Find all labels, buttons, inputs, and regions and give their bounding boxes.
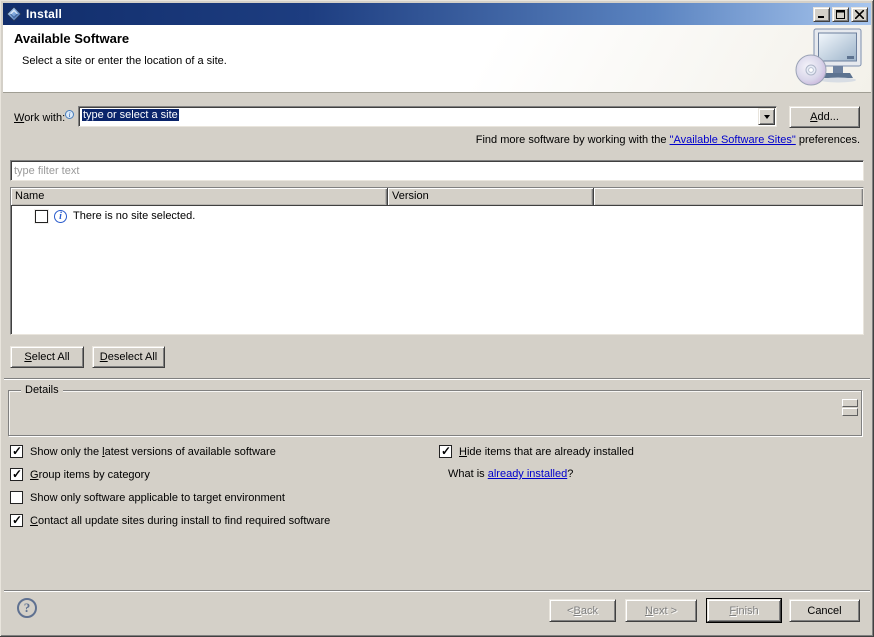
option-group-by-category[interactable]: Group items by category: [10, 468, 150, 481]
find-more-hint: Find more software by working with the "…: [476, 134, 860, 146]
column-header-name[interactable]: Name: [11, 188, 388, 206]
cancel-button[interactable]: Cancel: [789, 599, 860, 622]
work-with-combo-text[interactable]: type or select a site: [79, 107, 758, 126]
separator: [4, 590, 870, 592]
details-label: Details: [21, 384, 63, 396]
minimize-button[interactable]: [813, 7, 830, 22]
window-title: Install: [26, 7, 62, 21]
option-contact-update-sites[interactable]: Contact all update sites during install …: [10, 514, 330, 527]
page-title: Available Software: [14, 31, 129, 46]
option-label[interactable]: Show only software applicable to target …: [30, 492, 285, 504]
minimize-icon: [817, 10, 826, 19]
row-checkbox[interactable]: [35, 210, 48, 223]
info-icon: i: [54, 210, 67, 223]
details-group: Details: [8, 390, 862, 436]
empty-table-message: There is no site selected.: [73, 210, 195, 222]
expand-bar: [842, 408, 858, 416]
checkbox-target-environment[interactable]: [10, 491, 23, 504]
filter-input[interactable]: [10, 160, 864, 181]
separator: [4, 378, 870, 380]
checkbox-group-by-category[interactable]: [10, 468, 23, 481]
option-hide-installed[interactable]: Hide items that are already installed: [439, 445, 634, 458]
next-button[interactable]: Next >: [625, 599, 697, 622]
column-header-version[interactable]: Version: [388, 188, 594, 206]
chevron-down-icon: [764, 115, 770, 119]
info-bubble-icon: i: [65, 110, 74, 119]
page-subtitle: Select a site or enter the location of a…: [22, 55, 227, 67]
install-diamond-icon: [6, 6, 22, 22]
wizard-banner: Available Software Select a site or ente…: [3, 25, 871, 93]
column-header-empty[interactable]: [594, 188, 863, 206]
close-button[interactable]: [851, 7, 868, 22]
option-target-environment[interactable]: Show only software applicable to target …: [10, 491, 285, 504]
option-show-latest[interactable]: Show only the latest versions of availab…: [10, 445, 276, 458]
maximize-icon: [836, 10, 845, 19]
finish-button[interactable]: Finish: [707, 599, 781, 622]
details-expand-icon[interactable]: [842, 399, 858, 417]
option-label[interactable]: Contact all update sites during install …: [30, 515, 330, 527]
work-with-combo-selected-value[interactable]: type or select a site: [82, 109, 179, 121]
option-label[interactable]: Group items by category: [30, 469, 150, 481]
available-software-sites-link[interactable]: "Available Software Sites": [670, 134, 796, 146]
option-label[interactable]: Hide items that are already installed: [459, 446, 634, 458]
add-button[interactable]: Add...: [789, 106, 860, 128]
expand-bar: [842, 399, 858, 407]
deselect-all-button[interactable]: Deselect All: [92, 346, 165, 368]
what-is-installed-hint: What is already installed?: [448, 468, 573, 480]
work-with-label-text: Work with:: [14, 112, 65, 124]
work-with-label: Work with:i: [14, 110, 74, 124]
select-all-button[interactable]: Select All: [10, 346, 84, 368]
software-table: Name Version i There is no site selected…: [10, 187, 864, 335]
help-button[interactable]: ?: [17, 598, 37, 618]
checkbox-hide-installed[interactable]: [439, 445, 452, 458]
install-monitor-cd-icon: [792, 26, 864, 90]
table-row[interactable]: i There is no site selected.: [11, 206, 863, 226]
maximize-button[interactable]: [832, 7, 849, 22]
find-more-hint-post: preferences.: [796, 134, 860, 146]
already-installed-link[interactable]: already installed: [488, 468, 568, 480]
back-button[interactable]: < Back: [549, 599, 616, 622]
titlebar[interactable]: Install: [3, 3, 871, 25]
close-icon: [855, 10, 864, 19]
hint-post: ?: [567, 468, 573, 480]
install-dialog-window: Install Available Software Select a site…: [0, 0, 874, 637]
find-more-hint-pre: Find more software by working with the: [476, 134, 670, 146]
work-with-combo[interactable]: type or select a site: [78, 106, 777, 127]
table-header: Name Version: [11, 188, 863, 206]
checkbox-contact-update-sites[interactable]: [10, 514, 23, 527]
option-label[interactable]: Show only the latest versions of availab…: [30, 446, 276, 458]
checkbox-show-latest[interactable]: [10, 445, 23, 458]
hint-pre: What is: [448, 468, 488, 480]
work-with-combo-dropdown-button[interactable]: [758, 108, 775, 125]
